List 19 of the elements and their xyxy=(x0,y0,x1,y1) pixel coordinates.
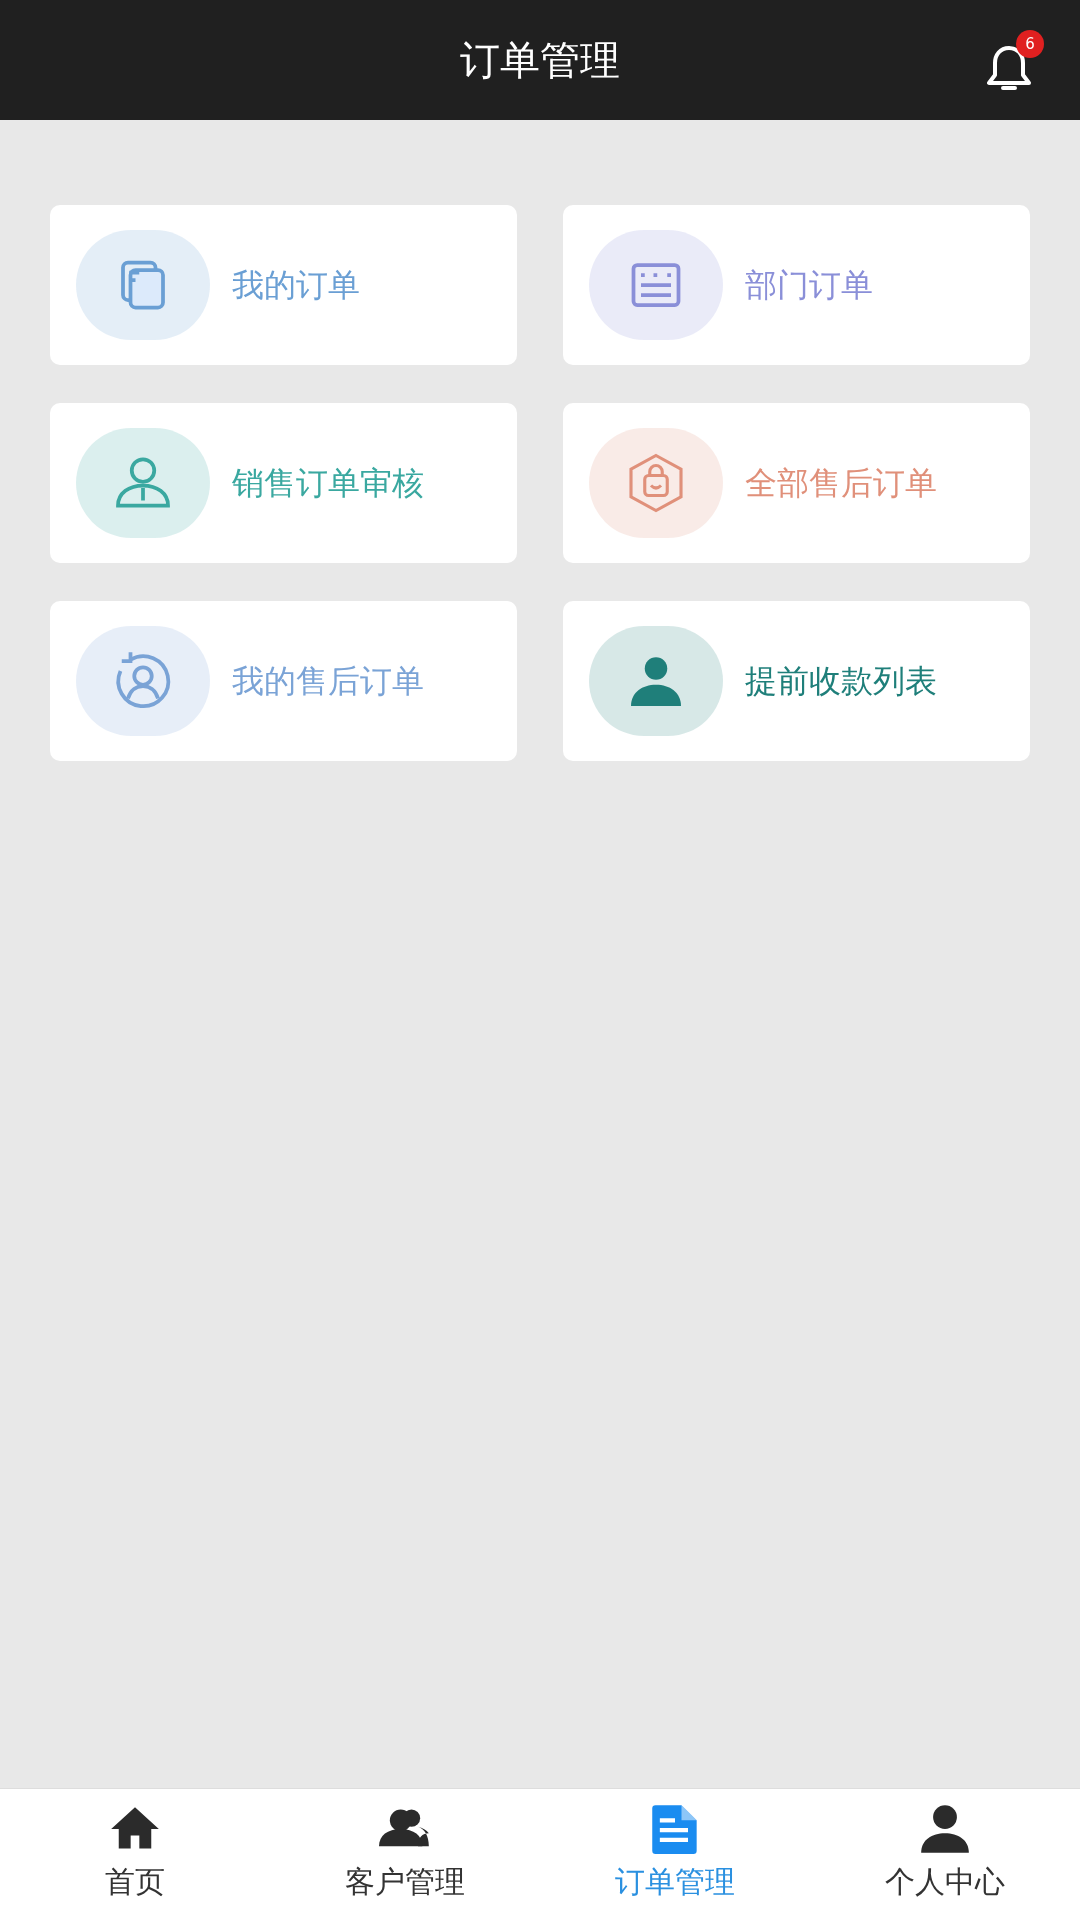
notification-badge: 6 xyxy=(1016,30,1044,58)
menu-card[interactable]: 部门订单 xyxy=(563,205,1030,365)
menu-label: 全部售后订单 xyxy=(745,463,937,504)
menu-label: 销售订单审核 xyxy=(232,463,424,504)
notification-button[interactable]: 6 xyxy=(984,30,1046,98)
menu-label: 提前收款列表 xyxy=(745,661,937,702)
tab-item[interactable]: 订单管理 xyxy=(540,1789,810,1920)
page-title: 订单管理 xyxy=(460,36,620,85)
menu-card[interactable]: 全部售后订单 xyxy=(563,403,1030,563)
menu-card[interactable]: 我的售后订单 xyxy=(50,601,517,761)
menu-label: 我的售后订单 xyxy=(232,661,424,702)
tab-item[interactable]: 首页 xyxy=(0,1789,270,1920)
menu-card[interactable]: 我的订单 xyxy=(50,205,517,365)
menu-card[interactable]: 销售订单审核 xyxy=(50,403,517,563)
menu-card[interactable]: 提前收款列表 xyxy=(563,601,1030,761)
menu-label: 我的订单 xyxy=(232,265,360,306)
tab-item[interactable]: 客户管理 xyxy=(270,1789,540,1920)
tab-item[interactable]: 个人中心 xyxy=(810,1789,1080,1920)
menu-label: 部门订单 xyxy=(745,265,873,306)
